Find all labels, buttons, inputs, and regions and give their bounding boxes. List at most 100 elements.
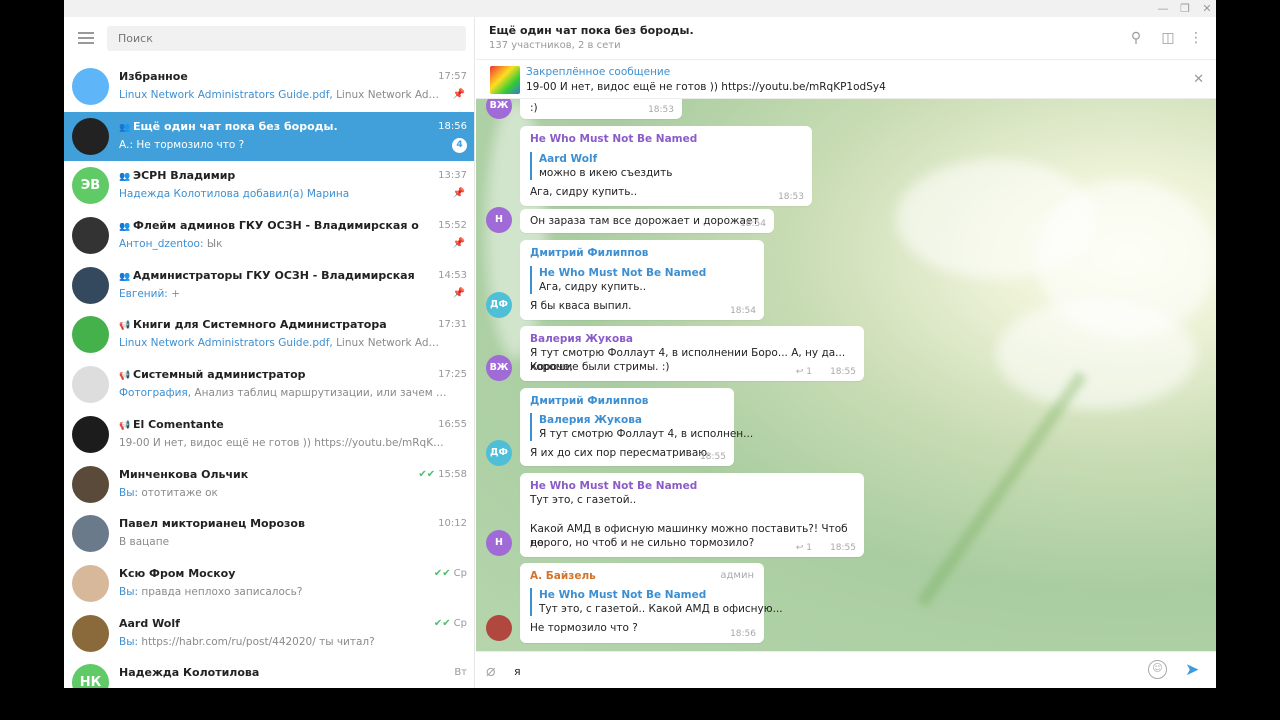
replies-count[interactable]: ↩ 1 (796, 543, 812, 553)
message-text: дорого, но чтоб и не сильно тормозило? (530, 537, 755, 549)
dialog-item[interactable]: 👥 Администраторы ГКУ ОСЗН - Владимирская … (64, 261, 474, 311)
message-time: 18:54 (730, 306, 756, 316)
minimize-icon[interactable]: — (1152, 0, 1174, 17)
message-author[interactable]: He Who Must Not Be Named (530, 133, 697, 145)
reply-quote[interactable]: Aard Wolf можно в икею съездить (530, 152, 672, 180)
pin-icon: 📌 (452, 287, 465, 299)
pinned-message-bar[interactable]: Закреплённое сообщение 19-00 И нет, видо… (476, 61, 1216, 99)
message-bubble[interactable]: He Who Must Not Be Named Aard Wolf можно… (520, 126, 812, 206)
message-time: 18:55 (830, 543, 856, 553)
search-input[interactable] (107, 26, 466, 51)
message-bubble[interactable]: Дмитрий Филиппов He Who Must Not Be Name… (520, 240, 764, 320)
message-author[interactable]: Дмитрий Филиппов (530, 395, 648, 407)
dialog-item[interactable]: 📢 Системный администратор 17:25 Фотография,… (64, 360, 474, 410)
close-icon[interactable]: ✕ (1196, 0, 1216, 17)
user-avatar[interactable]: Н (486, 207, 512, 233)
user-avatar[interactable]: ДФ (486, 440, 512, 466)
message-time: 18:55 (830, 367, 856, 377)
more-icon[interactable]: ⋮ (1187, 29, 1205, 47)
dialog-title: Избранное (119, 70, 188, 83)
dialog-last-message: Евгений: + (119, 288, 449, 300)
attach-icon[interactable]: ⌀ (486, 661, 496, 680)
replies-count[interactable]: ↩ 1 (796, 367, 812, 377)
background-petal (996, 299, 1196, 409)
message-bubble[interactable]: Дмитрий Филиппов Валерия Жукова Я тут см… (520, 388, 753, 466)
dialog-time: ✔✔ Ср (434, 618, 467, 629)
dialog-item[interactable]: Минченкова Ольчик ✔✔ 15:58 Вы: ототитаже ок (64, 460, 474, 510)
group-icon: 👥 (119, 271, 131, 282)
dialog-name: 📢 El Comentante (119, 418, 419, 431)
sidebar-toggle-icon[interactable]: ◫ (1159, 29, 1177, 47)
message-bubble[interactable]: Валерия Жукова Я тут смотрю Фоллаут 4, в… (520, 326, 864, 381)
group-icon: 👥 (119, 172, 131, 183)
send-icon[interactable]: ➤ (1185, 660, 1199, 680)
dialog-item[interactable]: 👥 Флейм админов ГКУ ОСЗН - Владимирская о… (64, 211, 474, 261)
dialog-time-value: 17:57 (438, 71, 467, 82)
maximize-icon[interactable]: ❐ (1174, 0, 1196, 17)
message-time: 18:55 (700, 452, 726, 462)
message-bubble[interactable]: Он зараза там все дорожает и дорожает 18… (520, 209, 774, 233)
dialog-item[interactable]: Aard Wolf ✔✔ Ср Вы: https://habr.com/ru/pos… (64, 609, 474, 659)
dialog-item[interactable]: 📢 El Comentante 16:55 19-00 И нет, видос ещ… (64, 410, 474, 460)
reply-quote[interactable]: He Who Must Not Be Named Тут это, с газе… (530, 588, 783, 616)
avatar (72, 217, 109, 255)
dialog-time: 10:12 (438, 518, 467, 529)
dialog-item[interactable]: 👥 Ещё один чат пока без бороды. 18:56 А.: Н… (64, 111, 474, 162)
reply-quote[interactable]: He Who Must Not Be Named Ага, сидру купи… (530, 266, 706, 294)
chat-title: Ещё один чат пока без бороды. (489, 24, 694, 37)
message-area: :) 18:53 ВЖ He Who Must Not Be Named Aar… (476, 99, 1216, 651)
user-avatar[interactable]: ВЖ (486, 355, 512, 381)
dialog-last-message: Вы: ототитаже ок (119, 487, 449, 499)
unpin-icon[interactable]: ✕ (1193, 72, 1204, 87)
user-avatar[interactable] (486, 615, 512, 641)
dialog-list: Избранное 17:57 Linux Network Administrato… (64, 62, 474, 688)
avatar (72, 614, 109, 652)
dialog-name: 👥 Администраторы ГКУ ОСЗН - Владимирская … (119, 269, 419, 282)
message-text: Я бы кваса выпил. (530, 300, 632, 312)
search-icon[interactable]: ⚲ (1127, 29, 1145, 47)
avatar (72, 366, 109, 404)
dialog-item[interactable]: 📢 Книги для Системного Администратора 17:3… (64, 310, 474, 360)
reply-quote[interactable]: Валерия Жукова Я тут смотрю Фоллаут 4, в… (530, 413, 753, 441)
dialog-last-message: Linux Network Administrators Guide.pdf, … (119, 89, 449, 101)
reply-text: Ага, сидру купить.. (539, 281, 647, 293)
message-bubble[interactable]: He Who Must Not Be Named Тут это, с газе… (520, 473, 864, 557)
dialog-time-value: Ср (453, 567, 467, 579)
dialog-item[interactable]: НК Надежда Колотилова Вт (64, 658, 474, 688)
user-avatar[interactable]: Н (486, 530, 512, 556)
reply-author: He Who Must Not Be Named (539, 589, 707, 601)
dialog-title: Минченкова Ольчик (119, 467, 249, 481)
dialog-time-value: 13:37 (438, 170, 467, 182)
channel-icon: 📢 (119, 371, 131, 382)
avatar (72, 316, 109, 354)
dialog-item[interactable]: Ксю Фром Москоу ✔✔ Ср Вы: правда неплохо за… (64, 559, 474, 609)
emoji-icon[interactable]: ☺ (1148, 660, 1167, 679)
pin-icon: 📌 (452, 89, 465, 100)
dialog-item[interactable]: Избранное 17:57 Linux Network Administrato… (64, 62, 474, 112)
message-author[interactable]: He Who Must Not Be Named (530, 480, 697, 492)
dialog-last-message: Фотография, Анализ таблиц маршрутизации,… (119, 387, 449, 399)
dialog-title: Павел микторианец Морозов (119, 517, 305, 531)
last-message-sender: Антон_dzentoo: (119, 238, 204, 251)
dialog-time-value: 14:53 (438, 269, 467, 281)
user-avatar[interactable]: ДФ (486, 292, 512, 318)
dialog-item[interactable]: ЭВ 👥 ЭСРН Владимир 13:37 Надежда Колотилова … (64, 161, 474, 211)
dialog-time-value: 15:52 (438, 220, 467, 232)
dialog-time: 17:31 (438, 319, 467, 330)
chat-header[interactable]: Ещё один чат пока без бороды. 137 участн… (476, 17, 1216, 60)
message-bubble[interactable]: :) 18:53 (520, 99, 682, 119)
dialog-name: Избранное (119, 70, 419, 83)
message-text: :) (530, 102, 538, 114)
dialog-time-value: 17:31 (438, 319, 467, 331)
message-author[interactable]: Валерия Жукова (530, 333, 633, 345)
message-bubble[interactable]: А. Байзель админ He Who Must Not Be Name… (520, 563, 783, 643)
message-author[interactable]: Дмитрий Филиппов (530, 247, 648, 259)
last-message-sender: Linux Network Administrators Guide.pdf, (119, 89, 333, 101)
pinned-thumbnail (490, 66, 520, 94)
message-text: Ага, сидру купить.. (530, 186, 638, 198)
message-author[interactable]: А. Байзель (530, 570, 596, 582)
dialog-item[interactable]: Павел микторианец Морозов 10:12 В вацапе (64, 509, 474, 559)
message-input[interactable] (514, 662, 1134, 680)
dialog-time: 16:55 (438, 419, 467, 430)
menu-icon[interactable] (78, 32, 94, 44)
